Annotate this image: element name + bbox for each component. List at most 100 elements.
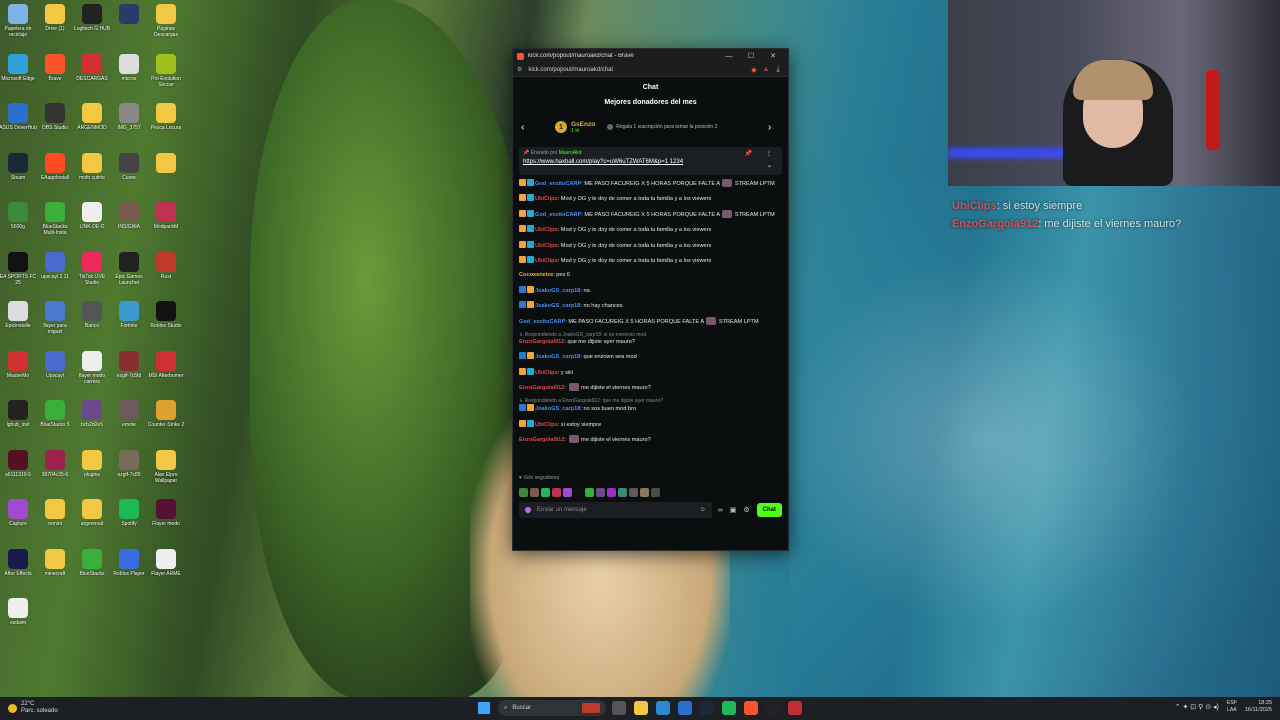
gear-icon[interactable]: ⚙ xyxy=(743,506,749,514)
more-options-icon[interactable]: ⋮ xyxy=(766,150,772,157)
chat-message[interactable]: EnzoGargolal912: me dijiste el viernes m… xyxy=(519,435,782,444)
quick-emote-icon[interactable] xyxy=(552,487,561,497)
chat-message[interactable]: Cocoxeneize: pes 6 xyxy=(519,271,782,279)
message-input[interactable]: Enviar un mensaje ☺ xyxy=(519,502,712,518)
reply-context[interactable]: ↳ Respondiendo a JoakoGS_carp18: si no m… xyxy=(519,332,782,338)
desktop-icon[interactable]: Upscayl xyxy=(37,350,73,385)
quick-emote-icon[interactable] xyxy=(629,487,638,497)
desktop-icon[interactable]: Roblox Player xyxy=(111,548,147,583)
gift-sub-cta[interactable]: Regala 1 suscripción para tomar la posic… xyxy=(607,124,768,130)
desktop-icon[interactable]: MasterMo xyxy=(0,350,36,385)
desktop-icon[interactable]: a6111310-5 xyxy=(0,449,36,484)
desktop-icon[interactable]: Epicinstalle xyxy=(0,301,36,335)
desktop-icon[interactable]: emote xyxy=(111,400,147,434)
desktop-icon[interactable]: ASUS DriverHub xyxy=(0,103,37,137)
desktop-icon[interactable]: Capture xyxy=(0,499,36,533)
chat-messages[interactable]: God_enzitoCARP: ME PASO FACUREIG X 5 HOR… xyxy=(513,175,788,475)
desktop-icon[interactable]: ezdaim xyxy=(0,598,36,632)
desktop-icon[interactable]: Flayer ARME xyxy=(148,548,184,583)
desktop-icon[interactable]: Banco xyxy=(74,301,110,335)
emote-picker-icon[interactable]: ☺ xyxy=(700,507,706,513)
pinned-link[interactable]: https://www.haxball.com/play?c=uW6uTZWAT… xyxy=(523,159,778,165)
desktop-icon[interactable]: ARGENMOD xyxy=(74,103,110,137)
desktop-icon[interactable]: After Effects xyxy=(0,548,36,583)
chat-message[interactable]: JoakoGS_carp18: no hay chances xyxy=(519,301,782,310)
url-text[interactable]: kick.com/popout/mauroakd/chat xyxy=(528,67,748,73)
quick-emote-icon[interactable] xyxy=(563,487,572,497)
chat-message[interactable]: God_enzitoCARP: ME PASO FACUREIG X 5 HOR… xyxy=(519,209,782,219)
desktop-icon[interactable]: BlueStacks Multi-Insta xyxy=(37,202,73,236)
chat-message[interactable]: UbiClips: Mod y OG y le doy de comer a t… xyxy=(519,240,782,250)
chat-username[interactable]: God_enzitoCARP xyxy=(519,319,565,325)
chat-message[interactable]: UbiClips: si estoy siempre xyxy=(519,419,782,429)
desktop-icon[interactable]: Páginas Descargas xyxy=(148,4,184,38)
desktop-icon[interactable]: Logitech G HUB xyxy=(74,4,110,38)
chat-username[interactable]: UbiClips xyxy=(535,422,558,428)
desktop-icon[interactable]: MSI Afterburner xyxy=(148,350,184,385)
chat-username[interactable]: UbiClips xyxy=(535,196,558,202)
desktop-icon[interactable]: TikTok LIVE Studio xyxy=(74,251,110,286)
chevron-right-icon[interactable]: › xyxy=(768,122,780,133)
maximize-button[interactable]: ☐ xyxy=(740,52,762,60)
weather-widget[interactable]: 22°C Parc. soleado xyxy=(8,701,58,715)
desktop-icon[interactable]: Brave xyxy=(37,53,73,88)
quick-emote-icon[interactable] xyxy=(541,487,550,497)
desktop-icon[interactable]: INSIGNIA xyxy=(111,202,147,236)
desktop-icon[interactable]: Spotify xyxy=(111,499,147,533)
desktop-icon[interactable]: EA SPORTS FC 25 xyxy=(0,251,36,286)
quick-emote-icon[interactable] xyxy=(585,487,594,497)
desktop-icon[interactable]: EAappInstall xyxy=(37,152,73,187)
chat-username[interactable]: JoakoGS_carp18 xyxy=(535,288,580,294)
chat-message[interactable]: God_enzitoCARP: ME PASO FACUREIG X 5 HOR… xyxy=(519,316,782,326)
gift-icon[interactable]: ▣ xyxy=(730,506,737,514)
chat-username[interactable]: UbiClips xyxy=(535,243,558,249)
windows-start-icon[interactable] xyxy=(478,702,490,714)
chevron-left-icon[interactable]: ‹ xyxy=(521,122,533,133)
chat-message[interactable]: God_enzitoCARP: ME PASO FACUREIG X 5 HOR… xyxy=(519,179,782,188)
chat-username[interactable]: EnzoGargolal912 xyxy=(519,437,564,443)
taskbar-app-icon[interactable] xyxy=(766,701,780,715)
quick-emote-icon[interactable] xyxy=(640,487,649,497)
chat-username[interactable]: God_enzitoCARP xyxy=(535,181,581,187)
top-donor[interactable]: GsEnzo 1 ✉ xyxy=(571,121,595,134)
chat-message[interactable]: JoakoGS_carp18: na xyxy=(519,285,782,295)
desktop-icon[interactable]: ezgif-7c5fd xyxy=(111,350,147,385)
chat-message[interactable]: ↳ Respondiendo a EnzoGargola912: que me … xyxy=(519,398,782,413)
desktop-icon[interactable]: LINK-DE-D xyxy=(74,202,110,236)
quick-emote-icon[interactable] xyxy=(530,487,539,497)
quick-emote-icon[interactable] xyxy=(596,487,605,497)
desktop-icon[interactable]: Pesca Locura xyxy=(148,103,184,137)
quick-emote-icon[interactable] xyxy=(519,487,528,497)
desktop-icon[interactable]: Counter-Strike 2 xyxy=(148,400,184,434)
chat-message[interactable]: ↳ Respondiendo a JoakoGS_carp18: si no m… xyxy=(519,332,782,346)
desktop-icon[interactable]: Pro Evolution Soccer xyxy=(148,53,184,88)
desktop-icon[interactable]: Fortnite xyxy=(111,301,147,335)
taskbar-app-icon[interactable] xyxy=(634,701,648,715)
desktop-icon[interactable]: DESCARGAS xyxy=(74,53,110,88)
taskbar-app-icon[interactable] xyxy=(744,701,758,715)
chat-username[interactable]: JoakoGS_carp18 xyxy=(535,354,580,360)
desktop-icon[interactable]: IMG_3757 xyxy=(111,103,147,137)
language-indicator[interactable]: ESP LAA xyxy=(1227,700,1237,714)
tray-icons[interactable]: ⌃ ✦ ⊡ ⚲ ⊙ ◂) xyxy=(1175,703,1219,711)
minimize-button[interactable]: — xyxy=(718,53,740,60)
desktop-icon[interactable]: upscayl 2.11 xyxy=(37,251,73,286)
desktop-icon[interactable]: Steam xyxy=(0,152,36,187)
desktop-icon[interactable]: lghub_inst xyxy=(0,400,36,434)
desktop-icon[interactable]: BlueStacks xyxy=(74,548,110,583)
taskbar-app-icon[interactable] xyxy=(678,701,692,715)
desktop-icon[interactable]: Drive (1) xyxy=(37,4,73,38)
rewards-icon[interactable]: ▲ xyxy=(760,66,772,73)
desktop-icon[interactable]: Cuore xyxy=(111,152,147,187)
send-chat-button[interactable]: Chat xyxy=(756,503,782,517)
desktop-icon[interactable]: bcb2d2e5 xyxy=(74,400,110,434)
desktop-icon[interactable]: Rust xyxy=(148,251,184,286)
browser-titlebar[interactable]: kick.com/popout/mauroakd/chat - Brave — … xyxy=(513,49,788,63)
desktop-icon[interactable]: plugins xyxy=(74,449,110,484)
desktop-icon[interactable]: Papelera de reciclaje xyxy=(0,4,36,38)
taskbar-app-icon[interactable] xyxy=(788,701,802,715)
desktop-icon[interactable]: Alan Elpro Wallpaper xyxy=(148,449,184,484)
desktop-icon[interactable]: ModpackM xyxy=(148,202,184,236)
chat-username[interactable]: JoakoGS_carp18 xyxy=(535,406,580,412)
quick-emote-icon[interactable] xyxy=(574,487,583,497)
